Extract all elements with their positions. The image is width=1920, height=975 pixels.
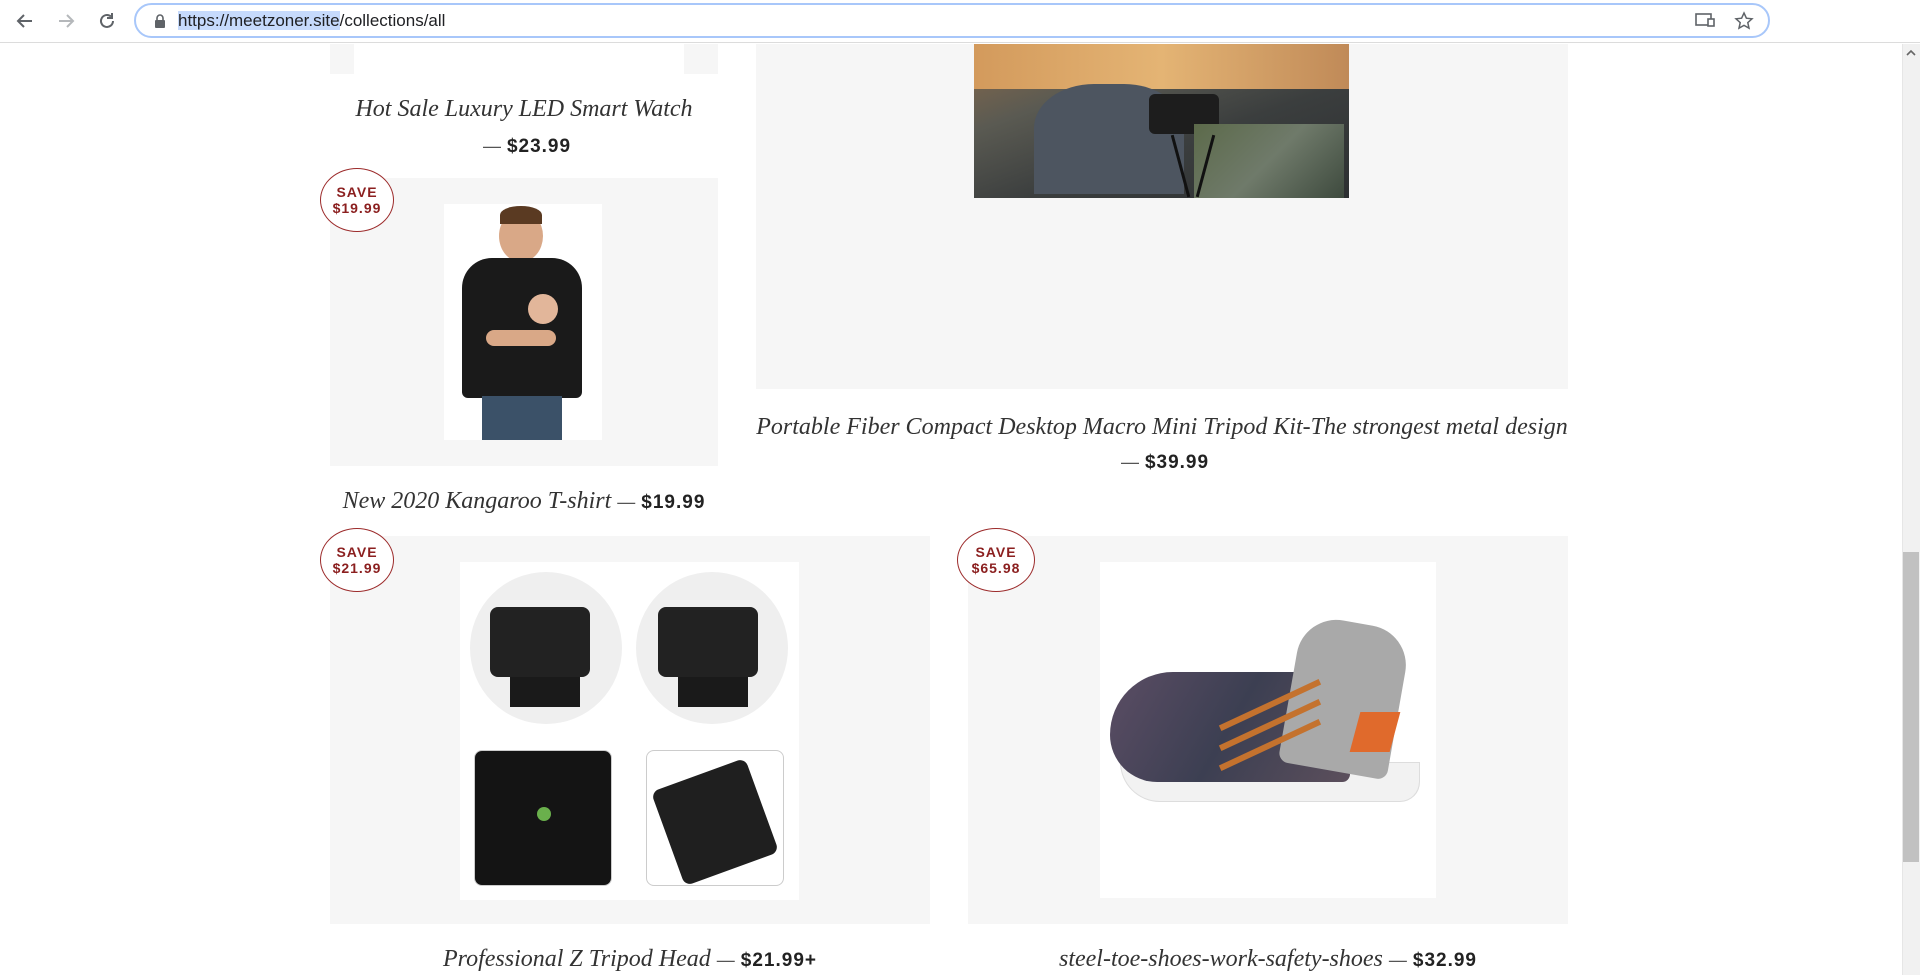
product-price-row-tripod-kit: — $39.99 xyxy=(756,448,1568,475)
reload-button[interactable] xyxy=(93,7,121,35)
product-title-tshirt: New 2020 Kangaroo T-shirt xyxy=(342,488,612,514)
product-title-row-tshirt[interactable]: New 2020 Kangaroo T-shirt — $19.99 xyxy=(270,488,778,515)
back-arrow-icon xyxy=(16,14,32,28)
badge-label: SAVE xyxy=(975,544,1017,560)
price-dash: — xyxy=(1388,950,1407,970)
product-title-tripod-kit-text: Portable Fiber Compact Desktop Macro Min… xyxy=(756,414,1568,440)
product-image-watch[interactable] xyxy=(330,44,718,74)
cast-icon[interactable] xyxy=(1694,11,1716,29)
product-title-tripod-kit[interactable]: Portable Fiber Compact Desktop Macro Min… xyxy=(756,414,1568,441)
product-price-shoes: $32.99 xyxy=(1412,950,1478,971)
url-highlighted: https://meetzoner.site xyxy=(178,11,340,30)
scrollbar-thumb[interactable] xyxy=(1903,552,1919,862)
product-image-z-tripod[interactable] xyxy=(330,536,930,924)
product-image-tshirt[interactable] xyxy=(330,178,718,466)
product-price-watch: $23.99 xyxy=(506,136,572,157)
badge-amount: $21.99 xyxy=(332,560,382,576)
save-badge-tshirt: SAVE $19.99 xyxy=(320,168,394,232)
product-title-row-shoes[interactable]: steel-toe-shoes-work-safety-shoes — $32.99 xyxy=(968,946,1568,973)
forward-arrow-icon xyxy=(59,14,75,28)
badge-amount: $65.98 xyxy=(971,560,1021,576)
product-title-watch[interactable]: Hot Sale Luxury LED Smart Watch xyxy=(270,96,778,123)
save-badge-z-tripod: SAVE $21.99 xyxy=(320,528,394,592)
z-tripod-photo xyxy=(460,562,799,900)
product-price-row-watch: — $23.99 xyxy=(270,132,778,159)
forward-button[interactable] xyxy=(52,7,80,35)
badge-amount: $19.99 xyxy=(332,200,382,216)
badge-label: SAVE xyxy=(336,184,378,200)
bookmark-star-icon[interactable] xyxy=(1734,11,1754,31)
tripod-kit-photo xyxy=(974,44,1349,198)
tshirt-photo xyxy=(444,204,602,440)
lock-icon xyxy=(155,14,165,28)
product-image-tripod-kit[interactable] xyxy=(756,44,1568,389)
url-path: /collections/all xyxy=(339,11,446,30)
browser-toolbar: https://meetzoner.site/collections/all xyxy=(0,0,1920,43)
save-badge-shoes: SAVE $65.98 xyxy=(957,528,1035,592)
product-title-watch-text: Hot Sale Luxury LED Smart Watch xyxy=(355,96,693,122)
product-title-row-z-tripod[interactable]: Professional Z Tripod Head — $21.99+ xyxy=(330,946,930,973)
product-price-z-tripod: $21.99+ xyxy=(740,950,818,971)
price-dash: — xyxy=(716,950,735,970)
price-dash: — xyxy=(617,492,636,512)
product-image-shoes[interactable] xyxy=(968,536,1568,924)
scroll-up-arrow-icon[interactable] xyxy=(1904,46,1918,60)
product-price-tripod-kit: $39.99 xyxy=(1144,452,1210,473)
page-content: Hot Sale Luxury LED Smart Watch — $23.99 … xyxy=(0,44,1902,975)
badge-label: SAVE xyxy=(336,544,378,560)
address-bar[interactable]: https://meetzoner.site/collections/all xyxy=(134,3,1770,38)
product-title-shoes: steel-toe-shoes-work-safety-shoes xyxy=(1058,946,1383,972)
price-dash: — xyxy=(1120,452,1139,472)
product-price-tshirt: $19.99 xyxy=(641,492,706,513)
shoes-photo xyxy=(1100,562,1436,898)
url-text[interactable]: https://meetzoner.site/collections/all xyxy=(178,11,445,31)
back-button[interactable] xyxy=(11,7,39,35)
product-title-z-tripod: Professional Z Tripod Head xyxy=(442,946,711,972)
reload-icon xyxy=(100,13,114,28)
price-dash: — xyxy=(482,136,501,156)
